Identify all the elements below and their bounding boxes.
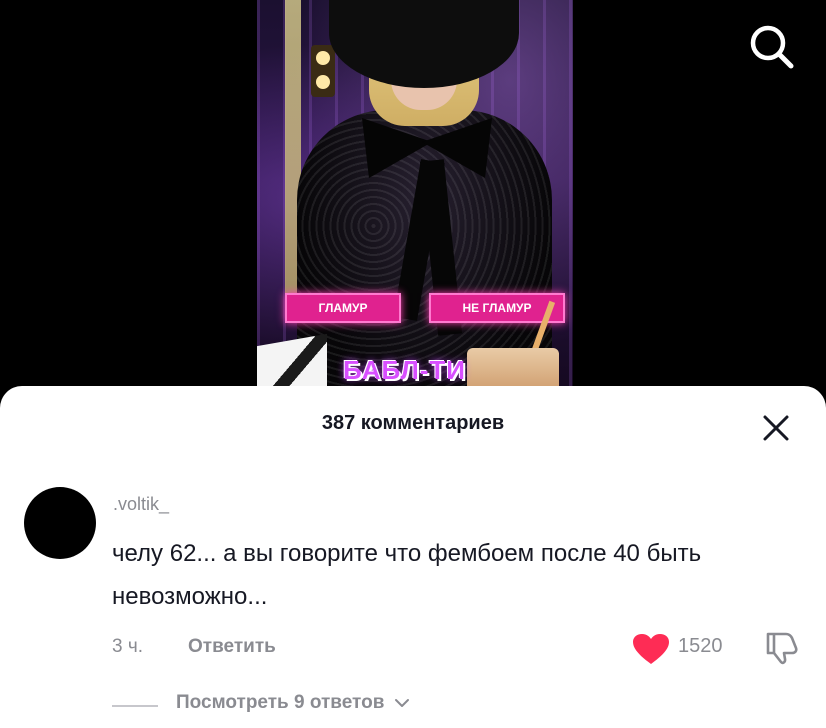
dislike-button[interactable] (762, 628, 800, 666)
video-caption: БАБЛ-ТИ (343, 355, 466, 385)
thumbs-down-icon (766, 632, 798, 665)
video-preview[interactable]: ГЛАМУР НЕ ГЛАМУР БАБЛ-ТИ (257, 0, 573, 400)
like-button[interactable]: 1520 (632, 630, 752, 666)
close-button[interactable] (756, 408, 796, 448)
screen: ГЛАМУР НЕ ГЛАМУР БАБЛ-ТИ 387 комментарие… (0, 0, 826, 728)
comment-text: челу 62... а вы говорите что фембоем пос… (112, 540, 702, 610)
heart-icon (633, 634, 669, 664)
comment-username[interactable]: .voltik_ (113, 494, 169, 515)
search-icon (750, 25, 794, 69)
reply-button[interactable]: Ответить (188, 636, 276, 658)
like-count: 1520 (678, 635, 723, 657)
comments-count-title: 387 комментариев (321, 412, 505, 434)
replies-divider (112, 705, 158, 707)
comment-time: 3 ч. (112, 636, 144, 657)
chevron-down-icon (394, 698, 409, 707)
view-replies-label: Посмотреть 9 ответов (176, 692, 385, 713)
hat (329, 0, 519, 88)
avatar[interactable] (24, 487, 96, 559)
tag-glamour: ГЛАМУР (285, 293, 401, 323)
search-button[interactable] (746, 20, 800, 74)
comments-sheet: 387 комментариев .voltik_ челу 62... а в… (0, 386, 826, 728)
close-icon (763, 415, 789, 441)
view-replies-button[interactable]: Посмотреть 9 ответов (176, 692, 410, 714)
